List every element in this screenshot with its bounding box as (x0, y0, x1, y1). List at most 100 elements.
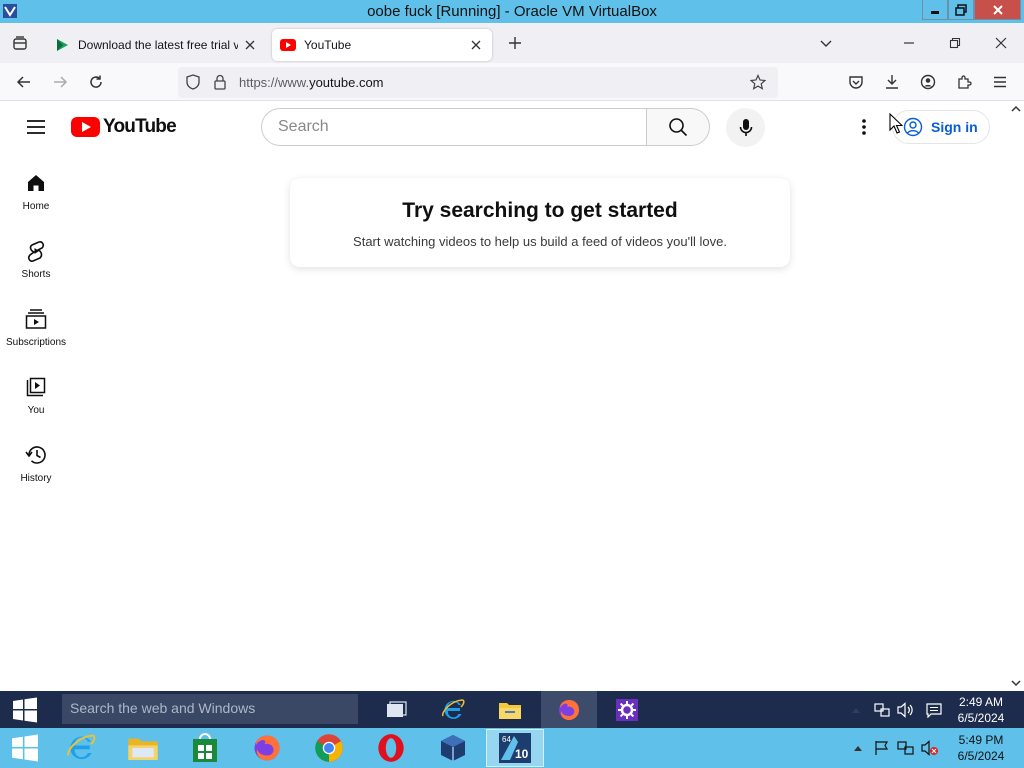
restore-button[interactable] (948, 0, 974, 20)
home-icon (0, 171, 72, 195)
virtualbox-icon (441, 735, 465, 761)
voice-search-button[interactable] (726, 108, 765, 147)
sidebar-item-subscriptions[interactable]: Subscriptions (0, 307, 72, 367)
task-view-button[interactable] (369, 691, 425, 728)
settings-taskbar-button[interactable] (599, 691, 655, 728)
browser-close-button[interactable] (987, 29, 1015, 57)
app-menu-button[interactable] (985, 67, 1015, 97)
pocket-button[interactable] (841, 67, 871, 97)
sidebar-item-you[interactable]: You (0, 375, 72, 435)
reload-button[interactable] (81, 67, 111, 97)
host-internet-explorer-button[interactable] (52, 729, 110, 767)
puzzle-icon (958, 75, 972, 89)
guest-time: 2:49 AM (958, 695, 1004, 709)
scroll-down-arrow-icon[interactable] (1010, 677, 1022, 689)
svg-text:64: 64 (502, 735, 511, 744)
list-all-tabs-button[interactable] (812, 29, 840, 57)
url-bar[interactable]: https://www.youtube.com (178, 67, 778, 98)
forward-button[interactable] (45, 67, 75, 97)
host-vm-window-button[interactable]: 64 10 (486, 729, 544, 767)
guest-search-box[interactable]: Search the web and Windows (62, 694, 358, 724)
volume-tray-icon[interactable] (897, 701, 915, 719)
host-file-explorer-button[interactable] (114, 729, 172, 767)
search-icon (669, 118, 688, 137)
firefox-taskbar-button[interactable] (541, 691, 597, 728)
guest-start-button[interactable] (0, 691, 50, 728)
tab-label: YouTube (304, 38, 352, 52)
tab-close-button[interactable] (464, 33, 488, 57)
restore-icon (949, 37, 961, 49)
close-icon (245, 40, 255, 50)
youtube-page: YouTube Sign in Home Shorts Subscription… (0, 101, 1024, 691)
lock-icon[interactable] (213, 74, 227, 95)
sign-in-button[interactable]: Sign in (892, 110, 990, 144)
firefox-icon (254, 735, 280, 761)
host-volume-muted-icon[interactable] (921, 740, 939, 756)
browser-restore-button[interactable] (941, 29, 969, 57)
scroll-up-arrow-icon[interactable] (1010, 103, 1022, 115)
guest-clock[interactable]: 2:49 AM 6/5/2024 (948, 694, 1014, 726)
firefox-icon (559, 699, 579, 720)
host-virtualbox-button[interactable] (424, 729, 482, 767)
restore-icon (955, 3, 967, 16)
network-tray-icon[interactable] (873, 701, 891, 719)
tab-close-button[interactable] (238, 33, 262, 57)
search-box[interactable] (261, 108, 647, 146)
sidebar-item-shorts[interactable]: Shorts (0, 239, 72, 299)
shield-icon[interactable] (185, 74, 201, 95)
account-button[interactable] (913, 67, 943, 97)
browser-minimize-button[interactable] (895, 29, 923, 57)
guest-taskbar: Search the web and Windows 2:49 AM 6/5/2… (0, 691, 1024, 728)
host-opera-button[interactable] (362, 729, 420, 767)
minimize-button[interactable] (922, 0, 948, 20)
host-show-hidden-icons-button[interactable] (849, 740, 867, 756)
show-hidden-icons-button[interactable] (847, 701, 865, 719)
reload-icon (90, 75, 102, 88)
host-chrome-button[interactable] (300, 729, 358, 767)
sidebar-item-home[interactable]: Home (0, 171, 72, 231)
search-input[interactable] (262, 109, 647, 145)
settings-more-button[interactable] (852, 114, 876, 140)
file-explorer-taskbar-button[interactable] (482, 691, 538, 728)
internet-explorer-taskbar-button[interactable] (425, 691, 481, 728)
gear-icon (616, 698, 638, 721)
search-button[interactable] (646, 108, 710, 146)
tab-youtube[interactable]: YouTube (272, 29, 492, 61)
more-vertical-icon (862, 119, 866, 135)
chevron-up-icon (852, 708, 860, 713)
close-button[interactable] (974, 0, 1021, 20)
host-start-button[interactable] (2, 730, 48, 766)
chevron-down-icon (820, 40, 832, 47)
opera-icon (378, 734, 404, 762)
pocket-icon (849, 76, 863, 89)
guest-date: 6/5/2024 (957, 711, 1005, 725)
sidebar-item-label: Home (22, 201, 50, 212)
arrow-right-icon (54, 76, 68, 88)
new-tab-button[interactable] (501, 29, 529, 57)
firefox-view-button[interactable] (6, 29, 34, 57)
chevron-up-icon (854, 746, 862, 751)
host-network-tray-icon[interactable] (897, 740, 915, 756)
navigation-toolbar: https://www.youtube.com (0, 63, 1024, 101)
back-button[interactable] (9, 67, 39, 97)
sidebar-item-label: Subscriptions (5, 337, 67, 348)
store-icon (193, 733, 217, 762)
host-firefox-button[interactable] (238, 729, 296, 767)
notifications-tray-icon[interactable] (925, 701, 943, 719)
host-clock[interactable]: 5:49 PM 6/5/2024 (948, 732, 1014, 764)
star-icon (749, 74, 767, 90)
bookmark-star-button[interactable] (749, 74, 767, 95)
host-store-button[interactable] (176, 729, 234, 767)
host-taskbar: 64 10 5:49 PM 6/5/2024 (0, 728, 1024, 768)
history-icon (0, 443, 72, 467)
sidebar-item-history[interactable]: History (0, 443, 72, 503)
guide-menu-button[interactable] (22, 115, 50, 139)
tab-download-trial[interactable]: Download the latest free trial v (46, 29, 266, 61)
url-text[interactable]: https://www.youtube.com (239, 75, 384, 90)
extensions-button[interactable] (949, 67, 979, 97)
sign-in-label: Sign in (931, 119, 978, 135)
downloads-button[interactable] (877, 67, 907, 97)
youtube-logo[interactable]: YouTube (71, 116, 177, 138)
action-center-flag-icon[interactable] (873, 740, 891, 756)
task-view-icon (387, 700, 407, 717)
